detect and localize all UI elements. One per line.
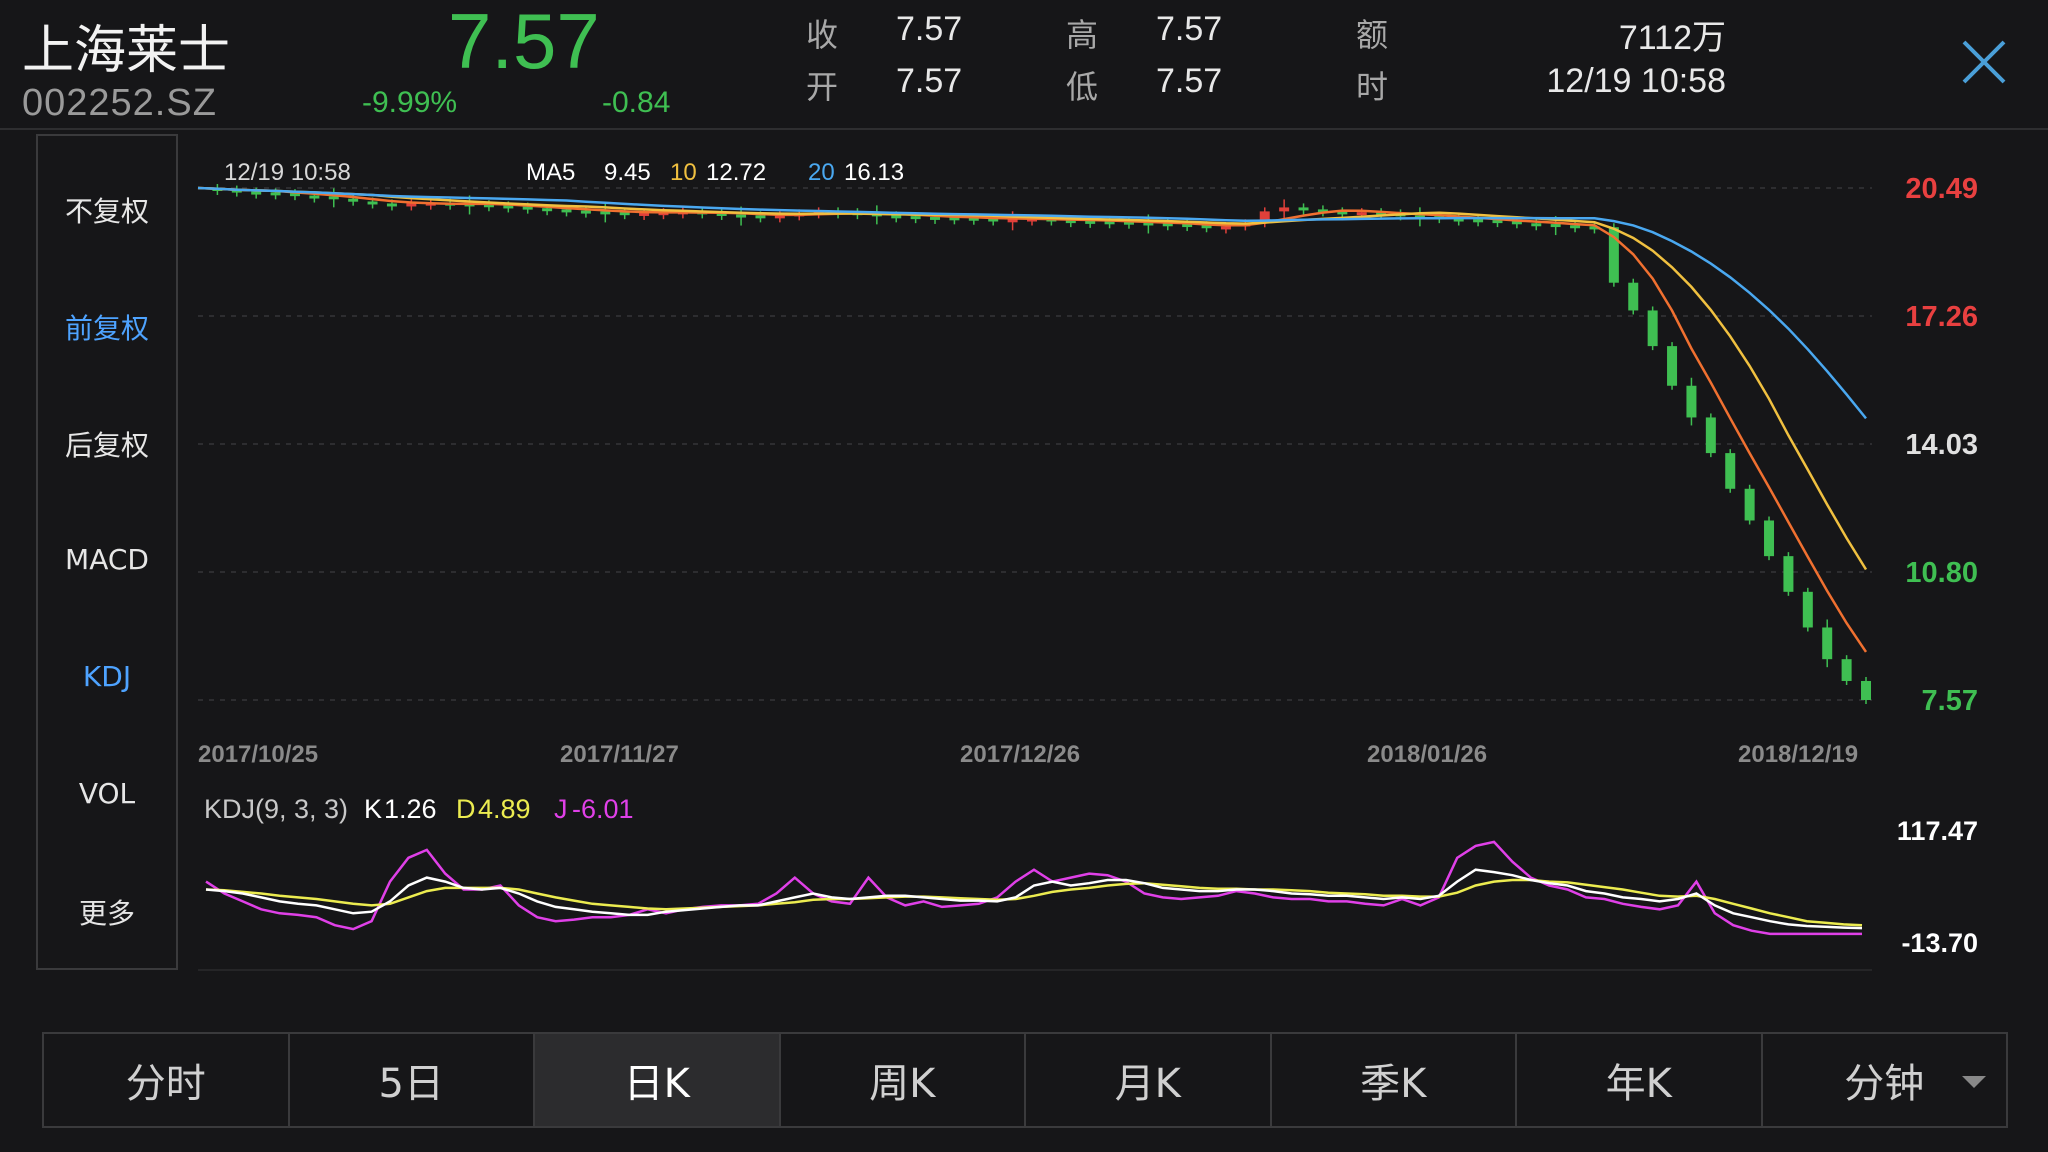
candle (1861, 680, 1871, 700)
candle (309, 195, 320, 199)
candle (1007, 219, 1018, 223)
date-tick-label: 2018/01/26 (1367, 741, 1487, 768)
tab-label: 5日 (378, 1061, 444, 1107)
kdj-k-value: 1.26 (384, 794, 437, 824)
kdj-tick-label: -13.70 (1901, 928, 1978, 958)
candle (1570, 225, 1581, 229)
candle (542, 208, 553, 212)
kdj-tick-label: 117.47 (1897, 816, 1978, 846)
kdj-j-name: J (554, 794, 568, 824)
period-tabs: 分时 5日 日K 周K 月K 季K 年K 分钟 (42, 1032, 2008, 1128)
tab-label: 年K (1605, 1061, 1672, 1107)
date-axis-labels: 2017/10/25 2017/11/27 2017/12/26 2018/01/26… (198, 741, 1858, 768)
price-tick-label: 20.49 (1905, 173, 1978, 205)
candle (1279, 207, 1290, 212)
ma20-legend-label: 20 (808, 159, 835, 186)
candle (522, 206, 533, 210)
ma10-legend-label: 10 (670, 159, 697, 186)
tab-label: 月K (1114, 1061, 1181, 1107)
date-tick-label: 2018/12/19 (1738, 741, 1858, 768)
tab-label: 分钟 (1844, 1061, 1925, 1107)
candle (930, 216, 941, 220)
candle (1783, 556, 1794, 592)
kdj-d-name: D (456, 794, 476, 824)
candle (1822, 627, 1833, 660)
candle (1705, 417, 1716, 454)
candle (348, 198, 359, 202)
k-line (205, 868, 1863, 930)
tab-label: 季K (1360, 1061, 1427, 1107)
tab-daily-k[interactable]: 日K (535, 1034, 781, 1126)
tab-yearly-k[interactable]: 年K (1517, 1034, 1763, 1126)
candle (1725, 453, 1736, 489)
kdj-k-name: K (364, 794, 382, 824)
candlesticks (212, 184, 1871, 704)
candle (1764, 520, 1775, 557)
candle (561, 209, 572, 213)
candle (251, 191, 262, 195)
cursor-time: 12/19 10:58 (224, 159, 351, 186)
date-tick-label: 2017/12/26 (960, 741, 1080, 768)
candle (736, 214, 747, 218)
candle (1667, 346, 1678, 386)
kdj-j-value: -6.01 (572, 794, 634, 824)
price-tick-label: 10.80 (1905, 557, 1978, 589)
candle (755, 215, 766, 219)
candle (1085, 220, 1096, 224)
candle (1744, 488, 1755, 521)
price-tick-label: 7.57 (1922, 685, 1978, 717)
kdj-axis-labels: 117.47 -13.70 (1897, 816, 1978, 958)
candle (1550, 224, 1561, 228)
price-axis-labels: 20.49 17.26 14.03 10.80 7.57 (1905, 173, 1978, 717)
candle (910, 216, 921, 220)
candle (1531, 223, 1542, 227)
price-tick-label: 17.26 (1905, 301, 1978, 333)
candle (1647, 310, 1658, 347)
ma5-legend-value: 9.45 (604, 159, 651, 186)
ma10-legend-value: 12.72 (706, 159, 766, 186)
candle (1841, 659, 1852, 681)
candle (270, 192, 281, 196)
candle (639, 212, 650, 216)
candle (580, 210, 591, 214)
tab-quarterly-k[interactable]: 季K (1272, 1034, 1517, 1126)
stock-chart[interactable]: 20.4917.2614.0310.807.57 2017/10/25 2017/… (0, 0, 2048, 1010)
tab-intraday[interactable]: 分时 (44, 1034, 290, 1126)
tab-monthly-k[interactable]: 月K (1026, 1034, 1272, 1126)
tab-label: 周K (869, 1061, 936, 1107)
date-tick-label: 2017/10/25 (198, 741, 318, 768)
date-tick-label: 2017/11/27 (560, 741, 679, 768)
candle (367, 201, 378, 205)
kdj-d-value: 4.89 (478, 794, 531, 824)
tab-weekly-k[interactable]: 周K (781, 1034, 1026, 1126)
candle (1686, 385, 1697, 418)
ma20-legend-value: 16.13 (844, 159, 904, 186)
candle (1220, 226, 1231, 230)
candle (1628, 282, 1639, 311)
price-tick-label: 14.03 (1905, 429, 1978, 461)
ma5-legend-label: MA5 (526, 159, 575, 186)
kdj-title: KDJ(9, 3, 3) (204, 794, 348, 824)
candle (1473, 219, 1484, 223)
candle (1298, 207, 1309, 211)
chevron-down-icon[interactable] (1962, 1076, 1986, 1088)
tab-label: 日K (623, 1061, 690, 1107)
tab-5day[interactable]: 5日 (290, 1034, 535, 1126)
tab-minutes[interactable]: 分钟 (1763, 1034, 2007, 1126)
candle (1802, 591, 1813, 628)
candle (891, 215, 902, 219)
candle (386, 203, 397, 207)
candle (1356, 212, 1367, 216)
kdj-lines (198, 840, 1872, 971)
price-grid (198, 187, 1872, 701)
candle (406, 203, 417, 207)
tab-label: 分时 (125, 1061, 206, 1107)
